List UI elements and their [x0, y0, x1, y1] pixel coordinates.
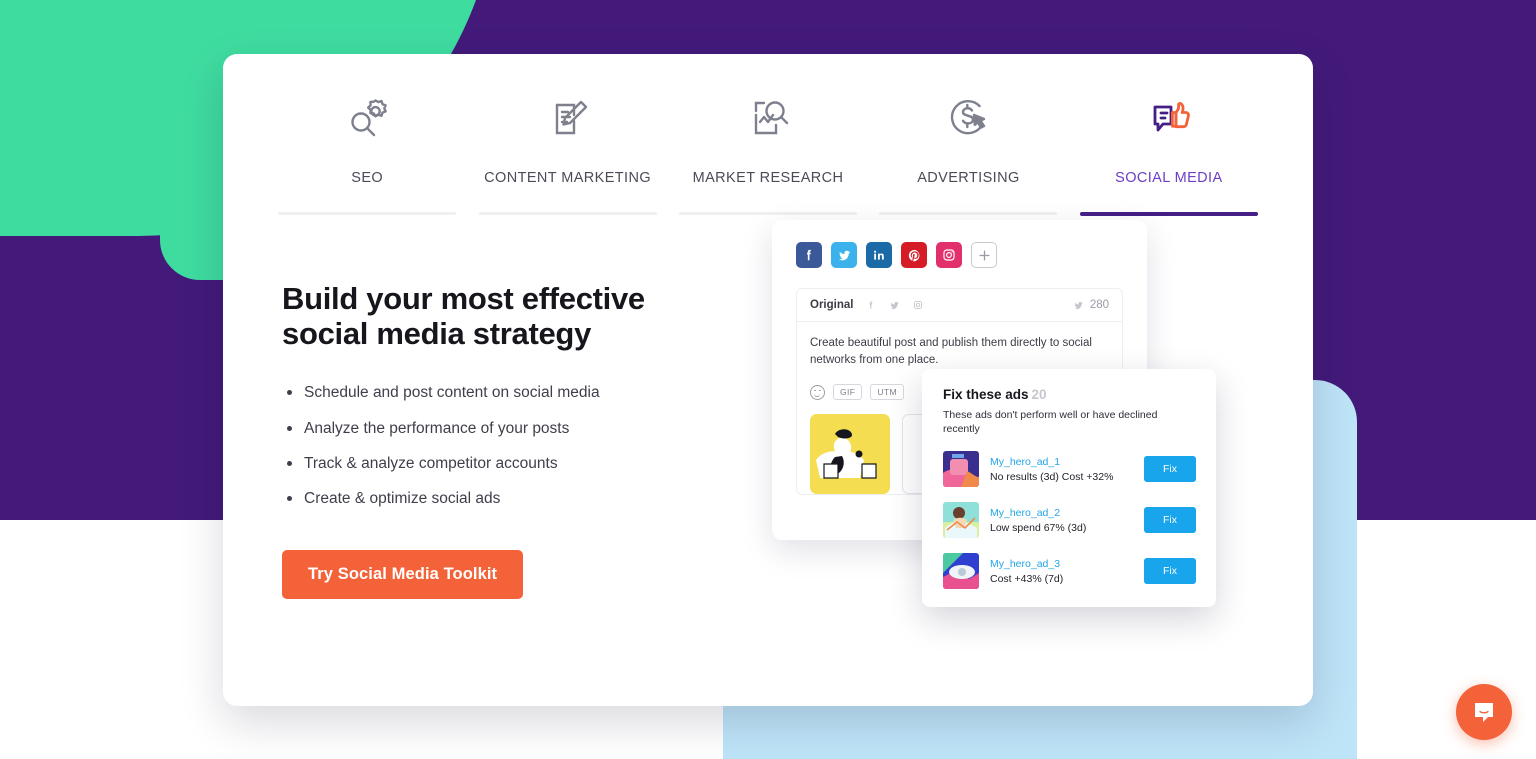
fix-ads-title: Fix these ads 20 [943, 387, 1196, 402]
ad-info: My_hero_ad_3 Cost +43% (7d) [990, 558, 1133, 585]
ad-stat: Cost +43% (7d) [990, 572, 1064, 585]
gif-button[interactable]: GIF [833, 384, 863, 401]
list-item: Analyze the performance of your posts [282, 417, 752, 440]
tab-social-media[interactable]: SOCIAL MEDIA [1069, 88, 1269, 216]
tab-seo[interactable]: SEO [267, 88, 467, 216]
dollar-cursor-icon [940, 88, 996, 150]
composer-tab-original[interactable]: Original [810, 299, 853, 311]
ad-thumbnail [943, 451, 979, 488]
ad-thumbnail [943, 553, 979, 590]
document-pencil-icon [540, 88, 596, 150]
twitter-icon[interactable] [889, 300, 900, 311]
fix-button[interactable]: Fix [1144, 558, 1196, 585]
tab-underline [478, 212, 657, 215]
twitter-icon[interactable] [831, 242, 857, 268]
toolkit-tabs: SEO CONTENT MARKETING MARKET RESEARCH AD… [223, 54, 1313, 216]
ad-name-link[interactable]: My_hero_ad_2 [990, 507, 1133, 519]
ad-stat: No results (3d) Cost +32% [990, 470, 1114, 483]
instagram-icon[interactable] [913, 300, 923, 310]
character-counter: 280 [1073, 299, 1109, 311]
feature-visual: Original 280 Create beautiful post and p… [772, 220, 1263, 608]
report-magnifier-icon [740, 88, 796, 150]
headline-line-2: social media strategy [282, 315, 592, 351]
tab-label: SEO [351, 170, 384, 186]
tab-label: MARKET RESEARCH [692, 170, 844, 186]
tab-content-marketing[interactable]: CONTENT MARKETING [467, 88, 667, 216]
tab-label: ADVERTISING [917, 170, 1020, 186]
facebook-icon[interactable] [796, 242, 822, 268]
tab-market-research[interactable]: MARKET RESEARCH [668, 88, 868, 216]
table-row: My_hero_ad_2 Low spend 67% (3d) Fix [943, 502, 1196, 539]
fix-ads-title-text: Fix these ads [943, 387, 1029, 402]
headline-line-1: Build your most effective [282, 281, 645, 316]
facebook-icon[interactable] [866, 300, 876, 310]
page-title: Build your most effective social media s… [282, 281, 752, 351]
tab-label: CONTENT MARKETING [484, 170, 652, 186]
list-item: Create & optimize social ads [282, 487, 752, 510]
ad-info: My_hero_ad_2 Low spend 67% (3d) [990, 507, 1133, 534]
list-item: Track & analyze competitor accounts [282, 452, 752, 475]
fix-ads-count: 20 [1031, 387, 1047, 402]
pinterest-icon[interactable] [901, 242, 927, 268]
table-row: My_hero_ad_1 No results (3d) Cost +32% F… [943, 451, 1196, 488]
post-image-thumbnail[interactable] [810, 414, 890, 495]
social-network-selector [796, 242, 1123, 268]
fix-button[interactable]: Fix [1144, 456, 1196, 483]
post-text[interactable]: Create beautiful post and publish them d… [810, 335, 1110, 368]
linkedin-icon[interactable] [866, 242, 892, 268]
tab-underline [679, 212, 858, 215]
tab-underline [879, 212, 1058, 215]
feature-card: SEO CONTENT MARKETING MARKET RESEARCH AD… [223, 54, 1313, 706]
tab-label: SOCIAL MEDIA [1115, 170, 1223, 186]
emoji-icon[interactable] [810, 384, 825, 400]
ad-name-link[interactable]: My_hero_ad_1 [990, 456, 1133, 468]
ad-info: My_hero_ad_1 No results (3d) Cost +32% [990, 456, 1133, 483]
speech-bubble-thumbsup-icon [1141, 88, 1197, 150]
tab-advertising[interactable]: ADVERTISING [868, 88, 1068, 216]
ad-stat: Low spend 67% (3d) [990, 521, 1087, 534]
chat-bubble-icon [1475, 703, 1493, 722]
feature-copy: Build your most effective social media s… [282, 272, 752, 600]
fix-these-ads-panel: Fix these ads 20 These ads don't perform … [922, 369, 1216, 608]
feature-body: Build your most effective social media s… [223, 216, 1313, 608]
utm-button[interactable]: UTM [870, 384, 904, 401]
chat-launcher-button[interactable] [1456, 684, 1512, 740]
tab-underline [1079, 212, 1258, 216]
tab-underline [278, 212, 457, 215]
counter-value: 280 [1089, 299, 1109, 311]
add-network-button[interactable] [971, 242, 997, 268]
table-row: My_hero_ad_3 Cost +43% (7d) Fix [943, 553, 1196, 590]
ad-name-link[interactable]: My_hero_ad_3 [990, 558, 1133, 570]
fix-button[interactable]: Fix [1144, 507, 1196, 534]
try-social-media-toolkit-button[interactable]: Try Social Media Toolkit [282, 550, 524, 600]
ad-thumbnail [943, 502, 979, 539]
page-root: SEO CONTENT MARKETING MARKET RESEARCH AD… [0, 0, 1536, 759]
list-item: Schedule and post content on social medi… [282, 381, 752, 404]
feature-bullet-list: Schedule and post content on social medi… [282, 381, 752, 510]
fix-ads-subtitle: These ads don't perform well or have dec… [943, 409, 1158, 436]
instagram-icon[interactable] [936, 242, 962, 268]
seo-magnifier-gear-icon [339, 88, 395, 150]
composer-header: Original 280 [797, 289, 1122, 322]
